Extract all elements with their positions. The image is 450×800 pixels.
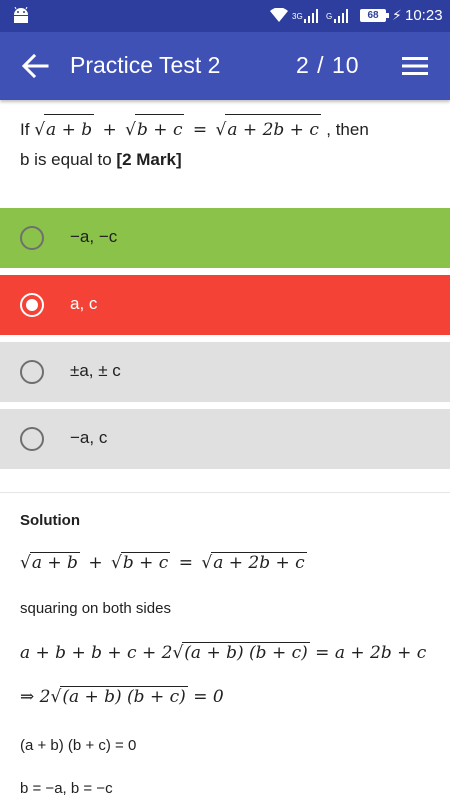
radio-button-selected-icon[interactable] [20,293,44,317]
menu-icon[interactable] [402,56,428,76]
solution-step-1-radicand-3: a + 2b + c [211,552,307,573]
option-label: ±a, ± c [70,361,121,380]
solution-step-1: √a + b + √b + c = √a + 2b + c [20,552,307,573]
solution-step-1-plus: + [88,553,103,573]
solution-step-1-radicand-1: a + b [29,552,80,573]
android-notification-icon [14,7,28,23]
solution-step-3-radicand: (a + b) (b + c) [60,686,188,707]
question-equals: = [192,120,208,140]
radio-button-icon[interactable] [20,427,44,451]
network-type-label-2: G [326,12,333,21]
option-1[interactable]: −a, −c [0,208,450,268]
question-text: If √a + b + √b + c = √a + 2b + c , then … [20,114,440,175]
solution-step-1-equals: = [178,553,193,573]
solution-text-2: (a + b) (b + c) = 0 [20,737,137,754]
question-line-2: b is equal to [20,150,112,169]
question-prefix: If [20,120,30,139]
question-radicand-1: a + b [44,114,95,145]
clock: 10:23 [405,7,443,24]
option-label: −a, c [70,428,108,447]
radio-button-icon[interactable] [20,360,44,384]
question-radicand-2: b + c [135,114,185,145]
solution-step-2-radicand: (a + b) (b + c) [182,642,310,663]
question-suffix: , then [326,120,369,139]
option-label: a, c [70,294,98,313]
solution-step-3: ⇒ 2√(a + b) (b + c) = 0 [20,686,224,707]
solution-step-2-rhs: = a + 2b + c [315,643,427,663]
option-label: −a, −c [70,227,118,246]
charging-icon: ⚡ [392,7,402,23]
page-title: Practice Test 2 [70,52,221,78]
question-radicand-3: a + 2b + c [225,114,321,145]
signal-strength-icon [304,9,318,23]
wifi-icon [270,8,288,22]
battery-level: 68 [367,10,379,21]
app-bar: Practice Test 2 2 / 10 [0,32,450,100]
question-counter: 2 / 10 [296,52,360,78]
solution-heading: Solution [20,512,80,529]
back-arrow-icon[interactable] [20,52,50,80]
option-4[interactable]: −a, c [0,409,450,469]
solution-text-3: b = −a, b = −c [20,780,113,797]
solution-text-1: squaring on both sides [20,600,171,617]
solution-step-2-lead: a + b + b + c + 2 [20,643,173,663]
status-bar: 3G G 68 ⚡ 10:23 [0,0,450,32]
battery-icon: 68 [360,9,389,22]
divider [0,492,450,493]
solution-step-2: a + b + b + c + 2√(a + b) (b + c) = a + … [20,642,427,663]
question-plus: + [102,120,117,140]
question-equation: √a + b + √b + c = √a + 2b + c [34,114,326,140]
signal-strength-icon-2 [334,9,348,23]
question-marks: [2 Mark] [116,150,182,169]
network-type-label: 3G [292,12,303,21]
option-2[interactable]: a, c [0,275,450,335]
solution-step-1-radicand-2: b + c [120,552,171,573]
solution-step-3-lead: ⇒ 2 [20,687,51,707]
solution-step-3-rhs: = 0 [193,687,224,707]
option-3[interactable]: ±a, ± c [0,342,450,402]
radio-button-icon[interactable] [20,226,44,250]
